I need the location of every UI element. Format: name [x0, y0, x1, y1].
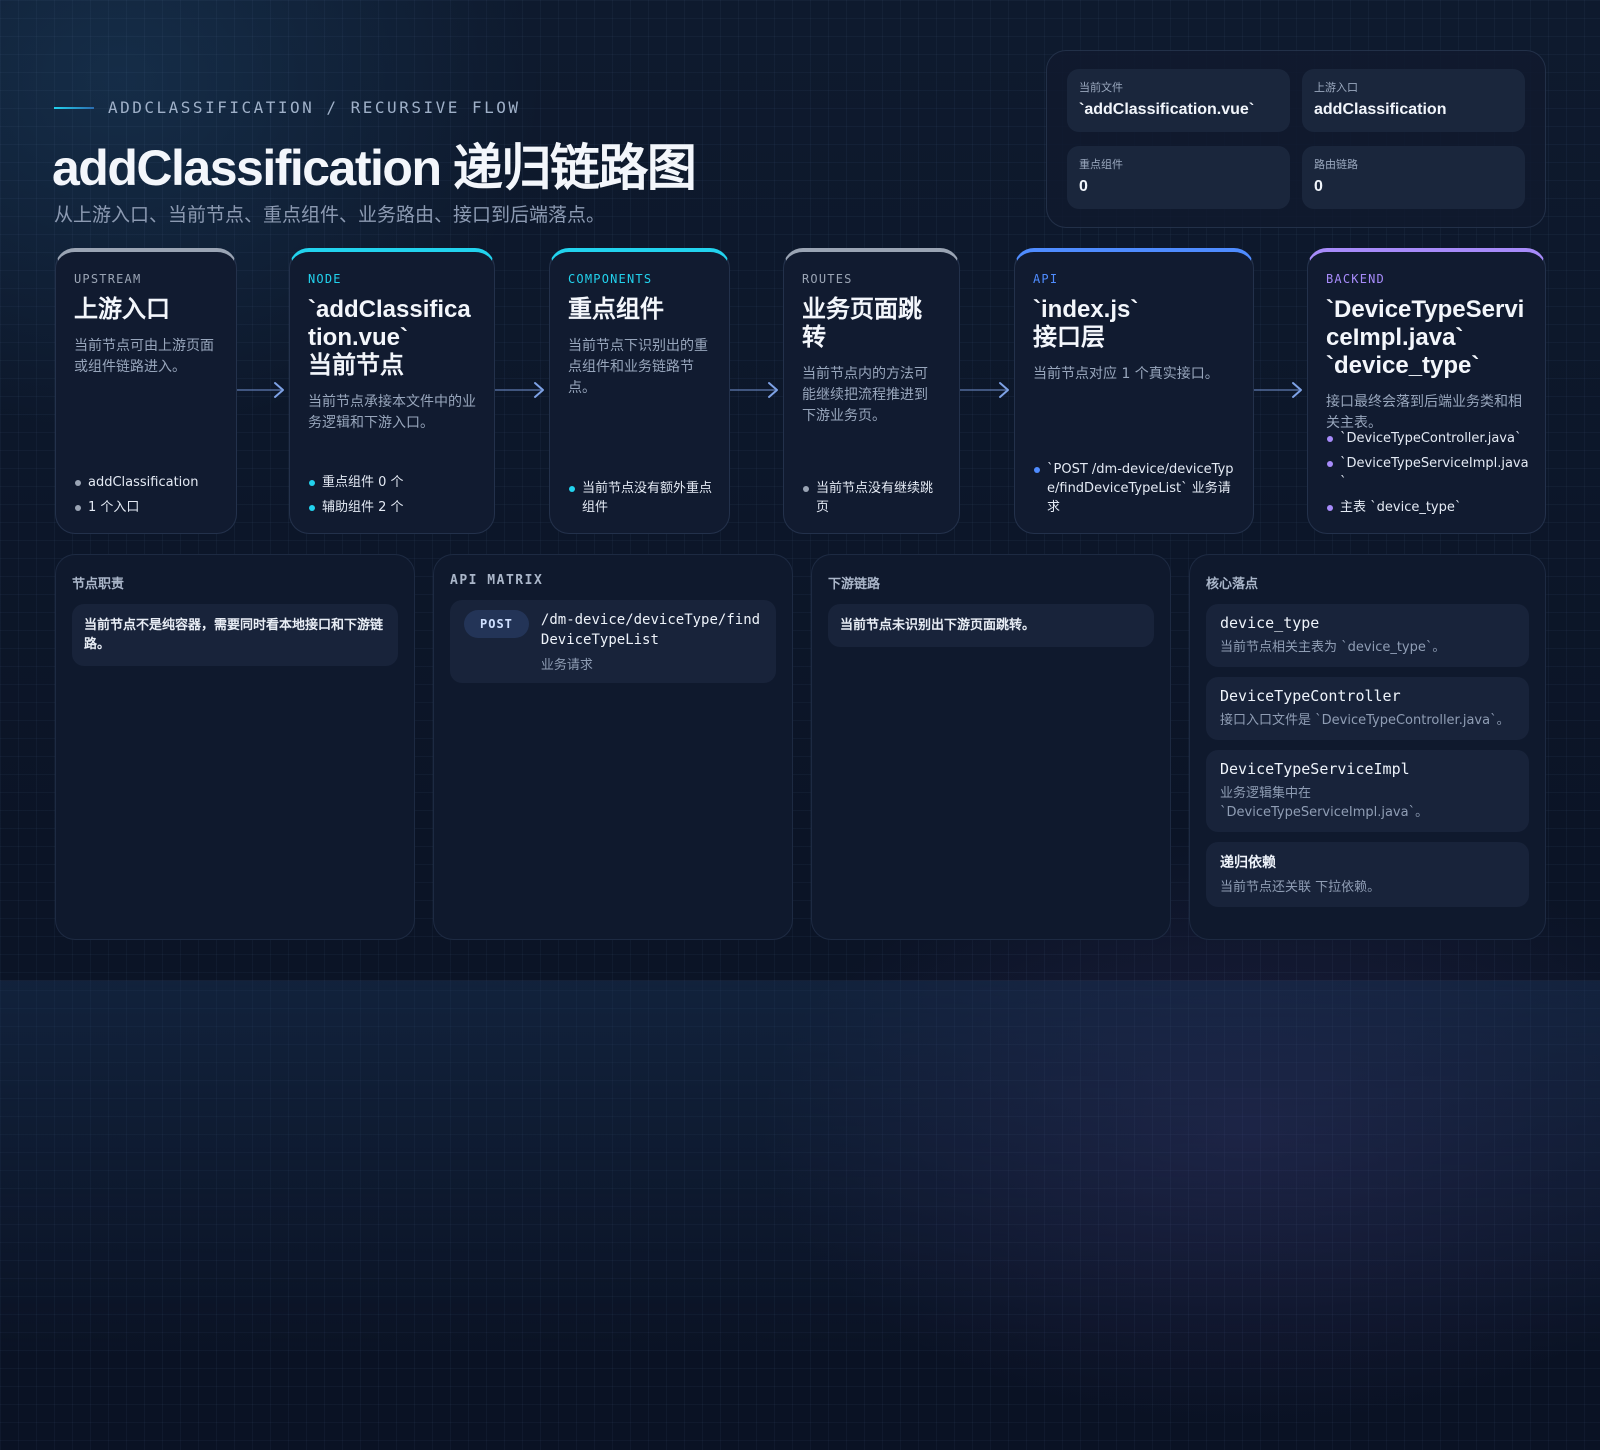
page-subtitle: 从上游入口、当前节点、重点组件、业务路由、接口到后端落点。	[54, 204, 606, 226]
core-item-name: DeviceTypeController	[1220, 687, 1401, 705]
card-kicker: BACKEND	[1326, 272, 1385, 286]
card-title: `index.js` 接口层	[1033, 296, 1235, 352]
card-title: 重点组件	[568, 296, 664, 323]
card-bullets: 重点组件 0 个 辅助组件 2 个	[308, 467, 480, 517]
flow-card-components[interactable]: COMPONENTS 重点组件 当前节点下识别出的重点组件和业务链路节点。 当前…	[549, 248, 730, 534]
card-description: 当前节点下识别出的重点组件和业务链路节点。	[568, 338, 708, 396]
flow-card-backend[interactable]: BACKEND `DeviceTypeServiceImpl.java` `de…	[1307, 248, 1546, 534]
flow-arrow-icon	[960, 382, 1009, 398]
flow-arrow-icon	[495, 382, 544, 398]
core-item[interactable]: DeviceTypeServiceImpl 业务逻辑集中在 `DeviceTyp…	[1206, 750, 1529, 832]
page-title: addClassification 递归链路图	[52, 140, 697, 196]
card-bullet: 当前节点没有额外重点组件	[568, 479, 715, 517]
panel-title: 节点职责	[72, 577, 125, 592]
stat-components: 重点组件 0	[1067, 146, 1290, 209]
core-item[interactable]: device_type 当前节点相关主表为 `device_type`。	[1206, 604, 1529, 667]
card-title-line: `index.js`	[1033, 296, 1139, 323]
card-bullets: addClassification 1 个入口	[74, 467, 222, 517]
card-description: 当前节点承接本文件中的业务逻辑和下游入口。	[308, 394, 476, 431]
recursive-flow-page: ADDCLASSIFICATION / RECURSIVE FLOW addCl…	[0, 0, 1600, 1450]
card-title: `DeviceTypeServiceImpl.java` `device_typ…	[1326, 296, 1527, 380]
flow-arrow-icon	[730, 382, 778, 398]
api-method-badge: POST	[464, 610, 529, 638]
card-description: 当前节点对应 1 个真实接口。	[1033, 366, 1219, 382]
card-bullet: addClassification	[74, 473, 222, 492]
card-kicker: UPSTREAM	[74, 272, 142, 286]
core-item-description: 当前节点还关联 下拉依赖。	[1220, 880, 1381, 895]
card-bullet: 1 个入口	[74, 498, 222, 517]
card-bullet: 重点组件 0 个	[308, 473, 480, 492]
panel-title: API MATRIX	[450, 573, 544, 588]
api-description: 业务请求	[540, 658, 593, 673]
core-item-description: 业务逻辑集中在 `DeviceTypeServiceImpl.java`。	[1220, 786, 1429, 820]
core-item[interactable]: 递归依赖 当前节点还关联 下拉依赖。	[1206, 842, 1529, 907]
card-bullets: 当前节点没有额外重点组件	[568, 473, 715, 517]
flow-card-upstream[interactable]: UPSTREAM 上游入口 当前节点可由上游页面或组件链路进入。 addClas…	[55, 248, 237, 534]
panel-downstream: 下游链路 当前节点未识别出下游页面跳转。	[811, 554, 1171, 940]
core-item-name: DeviceTypeServiceImpl	[1220, 760, 1410, 778]
card-title-line: 接口层	[1033, 324, 1105, 351]
card-bullets: `POST /dm-device/deviceType/findDeviceTy…	[1033, 454, 1239, 517]
stat-label: 路由链路	[1314, 158, 1358, 171]
stats-panel: 当前文件 `addClassification.vue` 上游入口 addCla…	[1046, 50, 1546, 228]
flow-arrow-icon	[1254, 382, 1302, 398]
flow-card-node[interactable]: NODE `addClassification.vue` 当前节点 当前节点承接…	[289, 248, 495, 534]
flow-card-api[interactable]: API `index.js` 接口层 当前节点对应 1 个真实接口。 `POST…	[1014, 248, 1254, 534]
eyebrow-accent-line	[54, 106, 94, 109]
core-item-name: device_type	[1220, 614, 1320, 632]
card-kicker: NODE	[308, 272, 342, 286]
stat-label: 重点组件	[1079, 158, 1123, 171]
panel-api-matrix: API MATRIX POST /dm-device/deviceType/fi…	[433, 554, 793, 940]
panel-node-duty: 节点职责 当前节点不是纯容器，需要同时看本地接口和下游链路。	[55, 554, 415, 940]
card-bullet: `POST /dm-device/deviceType/findDeviceTy…	[1033, 460, 1239, 517]
stat-value: addClassification	[1314, 101, 1447, 118]
card-title-line: `device_type`	[1326, 352, 1480, 379]
card-bullet: 主表 `device_type`	[1326, 498, 1531, 517]
stat-label: 当前文件	[1079, 81, 1123, 94]
stat-upstream: 上游入口 addClassification	[1302, 69, 1525, 132]
card-description: 当前节点内的方法可能继续把流程推进到下游业务页。	[802, 366, 928, 424]
card-title-line: `addClassification.vue`	[308, 296, 471, 351]
eyebrow: ADDCLASSIFICATION / RECURSIVE FLOW	[54, 98, 521, 117]
card-kicker: ROUTES	[802, 272, 853, 286]
panel-title: 核心落点	[1206, 577, 1259, 592]
stat-routes: 路由链路 0	[1302, 146, 1525, 209]
api-path: /dm-device/deviceType/findDeviceTypeList	[540, 612, 761, 648]
core-item-description: 接口入口文件是 `DeviceTypeController.java`。	[1220, 713, 1510, 728]
card-bullet: `DeviceTypeController.java`	[1326, 429, 1531, 448]
panel-note: 当前节点不是纯容器，需要同时看本地接口和下游链路。	[72, 604, 398, 666]
card-kicker: API	[1033, 272, 1059, 286]
flow-card-routes[interactable]: ROUTES 业务页面跳转 当前节点内的方法可能继续把流程推进到下游业务页。 当…	[783, 248, 960, 534]
stat-current-file: 当前文件 `addClassification.vue`	[1067, 69, 1290, 132]
card-bullet: `DeviceTypeServiceImpl.java`	[1326, 454, 1531, 492]
eyebrow-text: ADDCLASSIFICATION / RECURSIVE FLOW	[108, 98, 521, 117]
card-bullet: 当前节点没有继续跳页	[802, 479, 945, 517]
card-bullets: `DeviceTypeController.java` `DeviceTypeS…	[1326, 423, 1531, 517]
card-title-line: `DeviceTypeServiceImpl.java`	[1326, 296, 1525, 351]
stat-value: 0	[1314, 178, 1323, 195]
stat-value: `addClassification.vue`	[1079, 101, 1255, 118]
card-description: 当前节点可由上游页面或组件链路进入。	[74, 338, 214, 375]
api-row[interactable]: POST /dm-device/deviceType/findDeviceTyp…	[450, 600, 776, 683]
panel-title: 下游链路	[828, 577, 881, 592]
card-title: 业务页面跳转	[802, 296, 922, 351]
core-item-description: 当前节点相关主表为 `device_type`。	[1220, 640, 1446, 655]
card-title: `addClassification.vue` 当前节点	[308, 296, 476, 380]
card-kicker: COMPONENTS	[568, 272, 653, 286]
core-item-name: 递归依赖	[1220, 855, 1276, 871]
card-bullets: 当前节点没有继续跳页	[802, 473, 945, 517]
flow-arrow-icon	[237, 382, 284, 398]
stat-label: 上游入口	[1314, 81, 1358, 94]
panel-note: 当前节点未识别出下游页面跳转。	[828, 604, 1154, 647]
panel-core-landing: 核心落点 device_type 当前节点相关主表为 `device_type`…	[1189, 554, 1546, 940]
stat-value: 0	[1079, 178, 1088, 195]
card-title-line: 当前节点	[308, 352, 404, 379]
card-title: 上游入口	[74, 296, 170, 323]
core-item[interactable]: DeviceTypeController 接口入口文件是 `DeviceType…	[1206, 677, 1529, 740]
card-bullet: 辅助组件 2 个	[308, 498, 480, 517]
